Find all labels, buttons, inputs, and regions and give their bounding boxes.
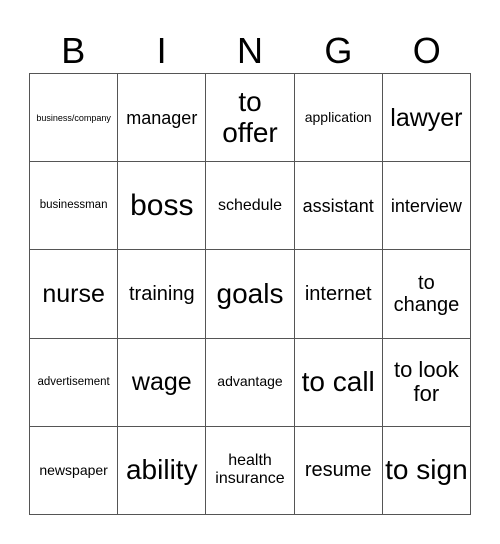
bingo-cell[interactable]: resume [294, 426, 383, 515]
bingo-cell[interactable]: ability [118, 426, 207, 515]
bingo-cell[interactable]: business/company [30, 74, 119, 163]
bingo-cell[interactable]: boss [118, 162, 207, 251]
bingo-cell[interactable]: health insurance [206, 426, 295, 515]
header-letter-b: B [61, 30, 86, 71]
bingo-cell[interactable]: lawyer [382, 74, 471, 163]
bingo-cell[interactable]: advantage [206, 338, 295, 427]
bingo-cell[interactable]: wage [118, 338, 207, 427]
bingo-cell[interactable]: nurse [30, 250, 119, 339]
bingo-cell[interactable]: manager [118, 74, 207, 163]
bingo-board: business/company manager to offer applic… [29, 73, 471, 515]
bingo-cell[interactable]: to call [294, 338, 383, 427]
bingo-cell[interactable]: assistant [294, 162, 383, 251]
bingo-cell[interactable]: to look for [382, 338, 471, 427]
header-letter-o: O [412, 30, 441, 71]
bingo-cell[interactable]: to sign [382, 426, 471, 515]
bingo-cell[interactable]: application [294, 74, 383, 163]
bingo-cell[interactable]: training [118, 250, 207, 339]
bingo-cell[interactable]: interview [382, 162, 471, 251]
header-letter-g: G [324, 30, 353, 71]
bingo-cell[interactable]: internet [294, 250, 383, 339]
bingo-cell[interactable]: advertisement [30, 338, 119, 427]
bingo-cell[interactable]: to offer [206, 74, 295, 163]
header-letter-i: I [156, 30, 167, 71]
bingo-cell[interactable]: newspaper [30, 426, 119, 515]
bingo-cell[interactable]: businessman [30, 162, 119, 251]
bingo-cell[interactable]: to change [382, 250, 471, 339]
bingo-cell[interactable]: goals [206, 250, 295, 339]
bingo-header: B I N G O [29, 28, 471, 73]
header-letter-n: N [236, 30, 263, 71]
bingo-cell[interactable]: schedule [206, 162, 295, 251]
